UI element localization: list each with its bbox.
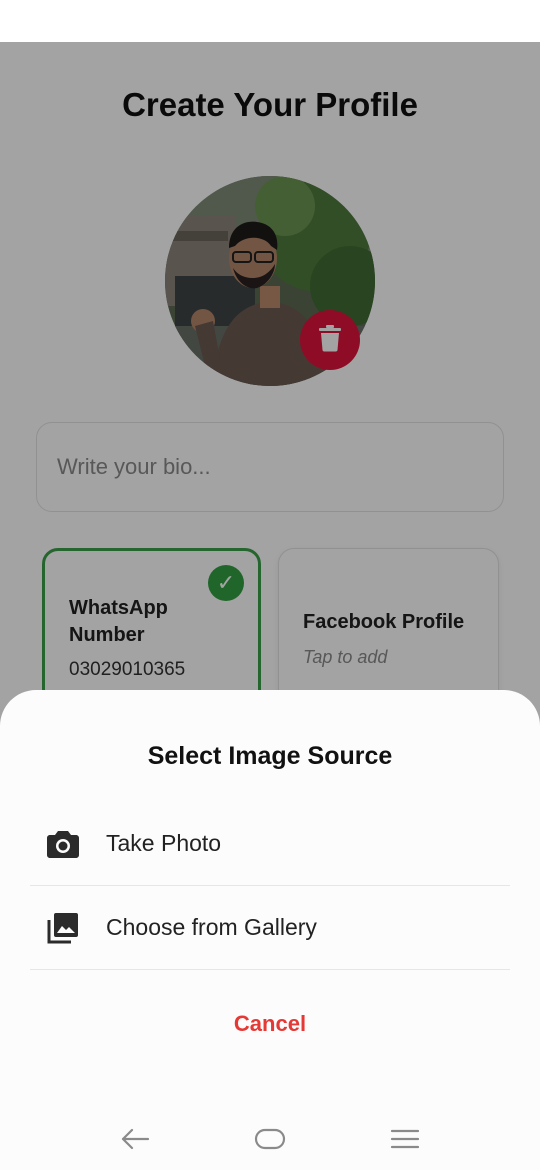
status-bar [0,0,540,42]
take-photo-option[interactable]: Take Photo [30,802,510,886]
cancel-button[interactable]: Cancel [170,1002,370,1046]
home-icon[interactable] [250,1122,290,1156]
choose-gallery-option[interactable]: Choose from Gallery [30,886,510,970]
system-navigation-bar [0,1108,540,1170]
menu-icon[interactable] [385,1122,425,1156]
gallery-icon [46,911,80,945]
take-photo-label: Take Photo [106,830,222,856]
back-icon[interactable] [115,1122,155,1156]
camera-icon [46,827,80,861]
image-source-bottom-sheet: Select Image Source Take Photo Choose fr… [0,690,540,1170]
screen: Create Your Profile Write your bio... ✓ … [0,0,540,1170]
choose-gallery-label: Choose from Gallery [106,914,317,940]
sheet-title: Select Image Source [147,742,393,770]
